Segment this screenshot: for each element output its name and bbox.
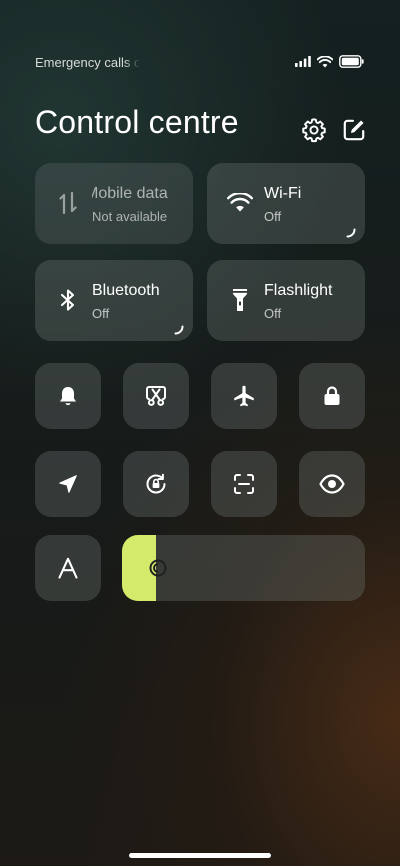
expand-corner-icon: [346, 225, 356, 238]
tile-name: Flashlight: [264, 282, 333, 299]
mobile-data-icon: [55, 190, 81, 216]
lock-toggle[interactable]: [299, 363, 365, 429]
flashlight-tile[interactable]: Flashlight Off: [207, 260, 365, 341]
scan-icon: [232, 472, 256, 496]
tile-status: Not available: [92, 209, 168, 224]
gear-icon: [301, 117, 327, 148]
airplane-icon: [231, 383, 257, 409]
bell-icon: [56, 384, 80, 408]
status-icons: [295, 55, 364, 68]
tile-status: Off: [92, 306, 110, 321]
tile-name: Mobile data: [92, 185, 168, 202]
status-bar: Emergency calls o: [0, 0, 400, 90]
airplane-mode-toggle[interactable]: [211, 363, 277, 429]
lock-icon: [320, 384, 344, 408]
rotation-lock-toggle[interactable]: [123, 451, 189, 517]
font-size-button[interactable]: [35, 535, 101, 601]
wifi-tile[interactable]: Wi-Fi Off: [207, 163, 365, 244]
bluetooth-icon: [55, 287, 81, 313]
screenshot-toggle[interactable]: [123, 363, 189, 429]
eye-icon: [318, 470, 346, 498]
tile-status: Off: [264, 306, 282, 321]
settings-button[interactable]: [299, 117, 329, 147]
location-toggle[interactable]: [35, 451, 101, 517]
sound-toggle[interactable]: [35, 363, 101, 429]
tile-name: Bluetooth: [92, 282, 160, 299]
tile-status: Off: [264, 209, 282, 224]
wifi-icon: [227, 190, 253, 216]
battery-icon: [339, 55, 364, 68]
wifi-status-icon: [317, 55, 333, 68]
expand-corner-icon: [174, 322, 184, 335]
signal-bars-icon: [295, 56, 311, 67]
bluetooth-tile[interactable]: Bluetooth Off: [35, 260, 193, 341]
edit-icon: [341, 117, 367, 148]
edit-button[interactable]: [339, 117, 369, 147]
reading-mode-toggle[interactable]: [299, 451, 365, 517]
page-title: Control centre: [35, 104, 239, 140]
rotation-lock-icon: [143, 471, 169, 497]
scanner-toggle[interactable]: [211, 451, 277, 517]
brightness-slider[interactable]: [122, 535, 365, 601]
tile-name: Wi-Fi: [264, 185, 302, 202]
font-size-icon: [57, 557, 79, 579]
location-arrow-icon: [57, 473, 79, 495]
mobile-data-tile[interactable]: Mobile data Not available: [35, 163, 193, 244]
brightness-icon: [147, 557, 169, 579]
home-indicator[interactable]: [129, 853, 271, 858]
screenshot-icon: [143, 383, 169, 409]
status-carrier-text: Emergency calls o: [35, 55, 140, 70]
flashlight-icon: [227, 287, 253, 313]
